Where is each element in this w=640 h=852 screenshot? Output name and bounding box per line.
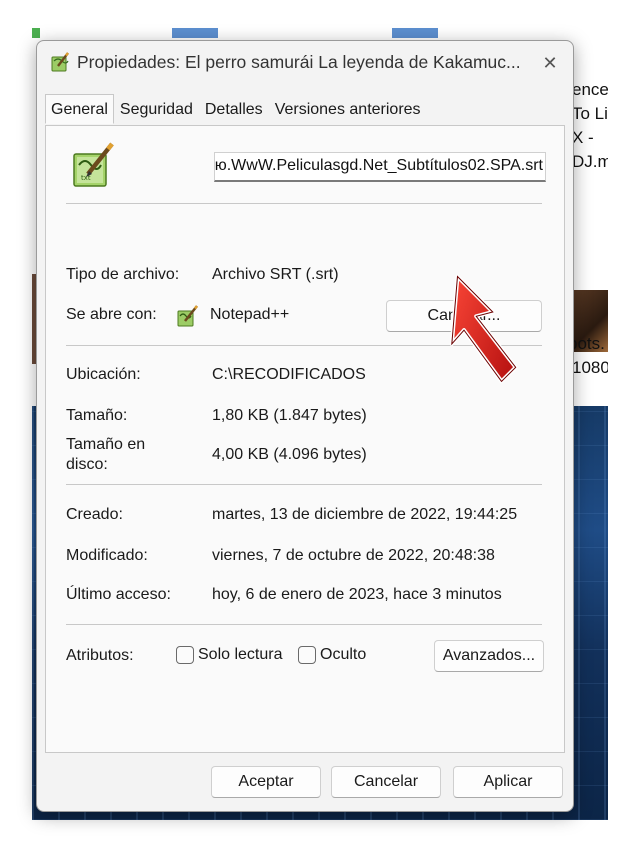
modificado-label: Modificado: <box>66 547 148 564</box>
tipo-archivo-label: Tipo de archivo: <box>66 266 180 283</box>
background-text: To Li <box>572 104 608 123</box>
close-icon: ✕ <box>542 52 558 73</box>
tamano-label: Tamaño: <box>66 407 128 424</box>
filename-text: ю.WwW.Peliculasgd.Net_Subtítulos02.SPA.s… <box>215 157 543 175</box>
aceptar-button[interactable]: Aceptar <box>211 766 321 798</box>
cambiar-button[interactable]: Cambiar... <box>386 300 542 332</box>
checkbox-box[interactable] <box>298 646 316 664</box>
background-text: ence <box>572 80 608 99</box>
se-abre-con-value: Notepad++ <box>210 306 290 323</box>
tab-general[interactable]: General <box>45 94 114 124</box>
tamano-disco-value: 4,00 KB (4.096 bytes) <box>212 446 367 463</box>
properties-dialog: Propiedades: El perro samurái La leyenda… <box>36 40 574 812</box>
tab-bar: General Seguridad Detalles Versiones ant… <box>45 94 427 126</box>
background-tab-edge <box>172 28 218 38</box>
atributos-label: Atributos: <box>66 647 134 664</box>
close-button[interactable]: ✕ <box>527 41 573 85</box>
filename-prefix: ю. <box>214 157 232 174</box>
window-title: Propiedades: El perro samurái La leyenda… <box>77 52 521 72</box>
tab-versiones-anteriores[interactable]: Versiones anteriores <box>269 96 427 126</box>
filename-rest: WwW.Peliculasgd.Net_Subtítulos02.SPA.srt <box>231 157 543 174</box>
checkbox-box[interactable] <box>176 646 194 664</box>
background-text: DJ.m <box>572 152 608 171</box>
notepadpp-app-icon <box>177 305 199 327</box>
tamano-disco-label-line2: disco: <box>66 456 108 473</box>
title-bar[interactable]: Propiedades: El perro samurái La leyenda… <box>37 41 573 85</box>
modificado-value: viernes, 7 de octubre de 2022, 20:48:38 <box>212 547 495 564</box>
background-tab-edge <box>32 28 40 38</box>
tab-seguridad[interactable]: Seguridad <box>114 96 199 126</box>
solo-lectura-checkbox[interactable]: Solo lectura <box>176 646 283 664</box>
background-text: X - <box>572 128 594 147</box>
divider <box>66 484 542 485</box>
notepadpp-file-icon: txt <box>73 142 114 187</box>
notepadpp-file-icon <box>51 52 69 72</box>
background-tab-edge <box>392 28 438 38</box>
ultimo-acceso-label: Último acceso: <box>66 586 171 603</box>
creado-label: Creado: <box>66 506 123 523</box>
oculto-label: Oculto <box>320 646 367 663</box>
filename-field[interactable]: ю.WwW.Peliculasgd.Net_Subtítulos02.SPA.s… <box>214 152 546 182</box>
divider <box>66 345 542 346</box>
solo-lectura-label: Solo lectura <box>198 646 283 663</box>
cancelar-button[interactable]: Cancelar <box>331 766 441 798</box>
tamano-disco-label-line1: Tamaño en <box>66 436 146 453</box>
oculto-checkbox[interactable]: Oculto <box>298 646 366 664</box>
tipo-archivo-value: Archivo SRT (.srt) <box>212 266 339 283</box>
avanzados-button[interactable]: Avanzados... <box>434 640 544 672</box>
ubicacion-label: Ubicación: <box>66 366 141 383</box>
tamano-value: 1,80 KB (1.847 bytes) <box>212 407 367 424</box>
tab-detalles[interactable]: Detalles <box>199 96 269 126</box>
general-tab-panel: txt ю.WwW.Peliculasgd.Net_Subtítulos02.S… <box>45 125 565 753</box>
creado-value: martes, 13 de diciembre de 2022, 19:44:2… <box>212 506 518 523</box>
divider <box>66 203 542 204</box>
divider <box>66 624 542 625</box>
background-text: 1080 <box>572 358 608 377</box>
ubicacion-value: C:\RECODIFICADOS <box>212 366 366 383</box>
aplicar-button[interactable]: Aplicar <box>453 766 563 798</box>
se-abre-con-label: Se abre con: <box>66 306 157 323</box>
ultimo-acceso-value: hoy, 6 de enero de 2023, hace 3 minutos <box>212 586 502 603</box>
